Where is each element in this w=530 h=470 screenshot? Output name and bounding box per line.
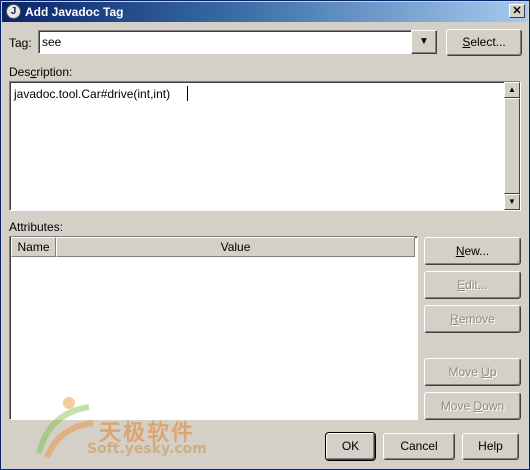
column-header-value[interactable]: Value [56,237,415,257]
title-bar[interactable]: J Add Javadoc Tag ✕ [2,2,528,22]
dialog-window: J Add Javadoc Tag ✕ Tag: see ▼ Select...… [0,0,530,470]
edit-mnemonic: E [457,278,466,292]
java-app-icon: J [6,4,21,19]
select-button-label: elect... [470,35,506,49]
window-title: Add Javadoc Tag [25,5,124,19]
edit-label: dit... [465,278,488,292]
ok-button[interactable]: OK [325,432,376,461]
description-label: Description: [9,65,72,79]
move-down-mnemonic: D [473,399,483,413]
remove-label: emove [458,312,495,326]
chevron-down-icon: ▼ [419,36,429,47]
close-button[interactable]: ✕ [509,4,525,18]
edit-attribute-button[interactable]: Edit... [424,271,521,299]
description-text: javadoc.tool.Car#drive(int,int) [14,87,171,101]
tag-value: see [42,35,62,49]
move-up-mnemonic: U [481,365,490,379]
move-down-button[interactable]: Move Down [424,392,521,420]
description-label-rest: ription: [36,65,73,79]
scroll-down-icon[interactable]: ▼ [504,194,520,210]
tag-dropdown-button[interactable]: ▼ [411,30,437,54]
remove-mnemonic: R [450,312,459,326]
scroll-up-icon[interactable]: ▲ [504,82,520,98]
text-cursor [187,86,188,101]
move-down-pre: Move [440,399,474,413]
select-button[interactable]: Select... [446,29,522,56]
scrollbar-thumb[interactable] [504,98,520,194]
move-up-button[interactable]: Move Up [424,358,521,386]
move-up-rest: p [489,365,497,379]
remove-attribute-button[interactable]: Remove [424,305,521,333]
description-scrollbar[interactable]: ▲ ▼ [504,82,520,210]
description-textarea[interactable]: javadoc.tool.Car#drive(int,int) ▲ ▼ [9,81,521,211]
help-button[interactable]: Help [462,433,519,460]
watermark-text-en: Soft.yesky.com [87,441,207,457]
move-up-pre: Move [448,365,482,379]
move-down-rest: own [482,399,505,413]
attributes-label: Attributes: [9,220,64,234]
column-header-name[interactable]: Name [11,237,56,257]
tag-combobox[interactable]: see [38,30,412,54]
description-label-pre: Des [9,65,31,79]
new-attribute-button[interactable]: New... [424,237,521,265]
cancel-button[interactable]: Cancel [383,433,455,460]
new-label: ew... [464,244,490,258]
tag-label: Tag: [9,36,32,50]
